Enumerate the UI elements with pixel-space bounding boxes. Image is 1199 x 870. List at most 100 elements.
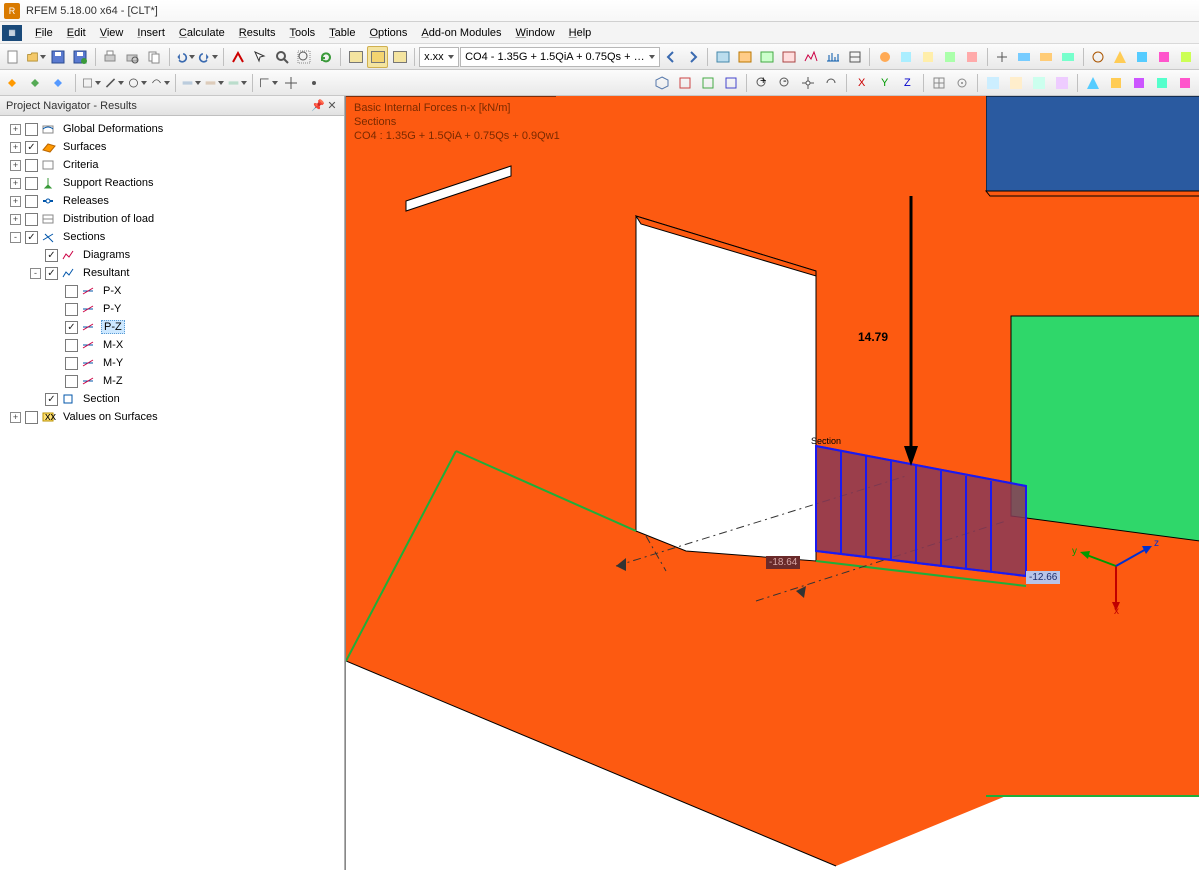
result-btn-13[interactable]: [992, 46, 1013, 68]
misc-5-button[interactable]: [1174, 72, 1196, 94]
tree-item-global-deformations[interactable]: +Global Deformations: [2, 120, 342, 138]
tree-checkbox[interactable]: [65, 357, 78, 370]
result-btn-15[interactable]: [1036, 46, 1057, 68]
result-btn-4[interactable]: [778, 46, 799, 68]
render-4-button[interactable]: [1051, 72, 1073, 94]
tree-checkbox[interactable]: [45, 267, 58, 280]
tree-item-m-y[interactable]: M-Y: [2, 354, 342, 372]
render-3-button[interactable]: [1028, 72, 1050, 94]
tree-item-sections[interactable]: -Sections: [2, 228, 342, 246]
tree-toggle-icon[interactable]: +: [10, 178, 21, 189]
result-btn-10[interactable]: [918, 46, 939, 68]
tree-item-p-y[interactable]: P-Y: [2, 300, 342, 318]
undo-button[interactable]: [174, 46, 196, 68]
menu-file[interactable]: File: [28, 25, 60, 41]
view-x-button[interactable]: [674, 72, 696, 94]
zoom-out-button[interactable]: -: [774, 72, 796, 94]
combo-small[interactable]: x.xx: [419, 47, 459, 67]
tree-item-p-z[interactable]: P-Z: [2, 318, 342, 336]
tool2-11[interactable]: [257, 72, 279, 94]
tool2-2[interactable]: [26, 72, 48, 94]
save-as-button[interactable]: [70, 46, 91, 68]
tool2-13[interactable]: [303, 72, 325, 94]
render-2-button[interactable]: [1005, 72, 1027, 94]
tree-item-p-x[interactable]: P-X: [2, 282, 342, 300]
tree-item-surfaces[interactable]: +Surfaces: [2, 138, 342, 156]
menu-tools[interactable]: Tools: [282, 25, 322, 41]
menu-help[interactable]: Help: [562, 25, 599, 41]
open-button[interactable]: [25, 46, 47, 68]
tree-checkbox[interactable]: [25, 195, 38, 208]
menu-options[interactable]: Options: [362, 25, 414, 41]
tree-checkbox[interactable]: [25, 411, 38, 424]
tree-toggle-icon[interactable]: -: [30, 268, 41, 279]
menu-calculate[interactable]: Calculate: [172, 25, 232, 41]
load-case-combo[interactable]: CO4 - 1.35G + 1.5QiA + 0.75Qs + 0.9Qw: [460, 47, 659, 67]
tree-checkbox[interactable]: [65, 321, 78, 334]
view-y-button[interactable]: [697, 72, 719, 94]
tree-checkbox[interactable]: [25, 159, 38, 172]
tree-toggle-icon[interactable]: +: [10, 160, 21, 171]
tree-item-values-on-surfaces[interactable]: +xxValues on Surfaces: [2, 408, 342, 426]
tree-item-section[interactable]: Section: [2, 390, 342, 408]
model-viewport[interactable]: Basic Internal Forces n-x [kN/m] Section…: [345, 96, 1199, 870]
tree-checkbox[interactable]: [65, 285, 78, 298]
tree-checkbox[interactable]: [25, 123, 38, 136]
tool2-1[interactable]: [3, 72, 25, 94]
tool2-10[interactable]: [226, 72, 248, 94]
tree-checkbox[interactable]: [45, 249, 58, 262]
misc-2-button[interactable]: [1105, 72, 1127, 94]
render-1-button[interactable]: [982, 72, 1004, 94]
result-btn-20[interactable]: [1153, 46, 1174, 68]
menu-results[interactable]: Results: [232, 25, 283, 41]
next-case-button[interactable]: [683, 46, 704, 68]
menu-add-on-modules[interactable]: Add-on Modules: [414, 25, 508, 41]
tree-toggle-icon[interactable]: +: [10, 142, 21, 153]
refresh-button[interactable]: [315, 46, 336, 68]
tool2-9[interactable]: [203, 72, 225, 94]
result-btn-14[interactable]: [1014, 46, 1035, 68]
view-iso-button[interactable]: [651, 72, 673, 94]
zoom-all-button[interactable]: [293, 46, 314, 68]
result-btn-11[interactable]: [940, 46, 961, 68]
result-btn-9[interactable]: [896, 46, 917, 68]
pin-icon[interactable]: 📌: [312, 100, 324, 112]
zoom-button[interactable]: [271, 46, 292, 68]
tree-item-resultant[interactable]: -Resultant: [2, 264, 342, 282]
save-button[interactable]: [48, 46, 69, 68]
snap-button[interactable]: [951, 72, 973, 94]
tool2-4[interactable]: [80, 72, 102, 94]
tree-toggle-icon[interactable]: +: [10, 412, 21, 423]
misc-1-button[interactable]: [1082, 72, 1104, 94]
tool2-7[interactable]: [149, 72, 171, 94]
prev-case-button[interactable]: [661, 46, 682, 68]
misc-4-button[interactable]: [1151, 72, 1173, 94]
print-button[interactable]: [100, 46, 121, 68]
menu-edit[interactable]: Edit: [60, 25, 93, 41]
tree-item-m-x[interactable]: M-X: [2, 336, 342, 354]
tree-checkbox[interactable]: [25, 213, 38, 226]
result-btn-18[interactable]: [1110, 46, 1131, 68]
result-btn-19[interactable]: [1131, 46, 1152, 68]
result-btn-3[interactable]: [756, 46, 777, 68]
result-btn-8[interactable]: [874, 46, 895, 68]
tree-checkbox[interactable]: [65, 339, 78, 352]
tree-checkbox[interactable]: [45, 393, 58, 406]
view-mode-2-button[interactable]: [367, 46, 388, 68]
result-btn-6[interactable]: [822, 46, 843, 68]
tree-toggle-icon[interactable]: +: [10, 196, 21, 207]
axis-y-button[interactable]: Y: [874, 72, 896, 94]
tool2-12[interactable]: [280, 72, 302, 94]
result-btn-12[interactable]: [962, 46, 983, 68]
result-btn-7[interactable]: [844, 46, 865, 68]
result-btn-17[interactable]: [1088, 46, 1109, 68]
result-btn-16[interactable]: [1058, 46, 1079, 68]
print-preview-button[interactable]: [122, 46, 143, 68]
result-btn-21[interactable]: [1175, 46, 1196, 68]
tree-checkbox[interactable]: [65, 375, 78, 388]
tree-checkbox[interactable]: [25, 231, 38, 244]
close-panel-icon[interactable]: ✕: [326, 100, 338, 112]
result-btn-2[interactable]: [734, 46, 755, 68]
pan-button[interactable]: [797, 72, 819, 94]
result-btn-5[interactable]: [800, 46, 821, 68]
